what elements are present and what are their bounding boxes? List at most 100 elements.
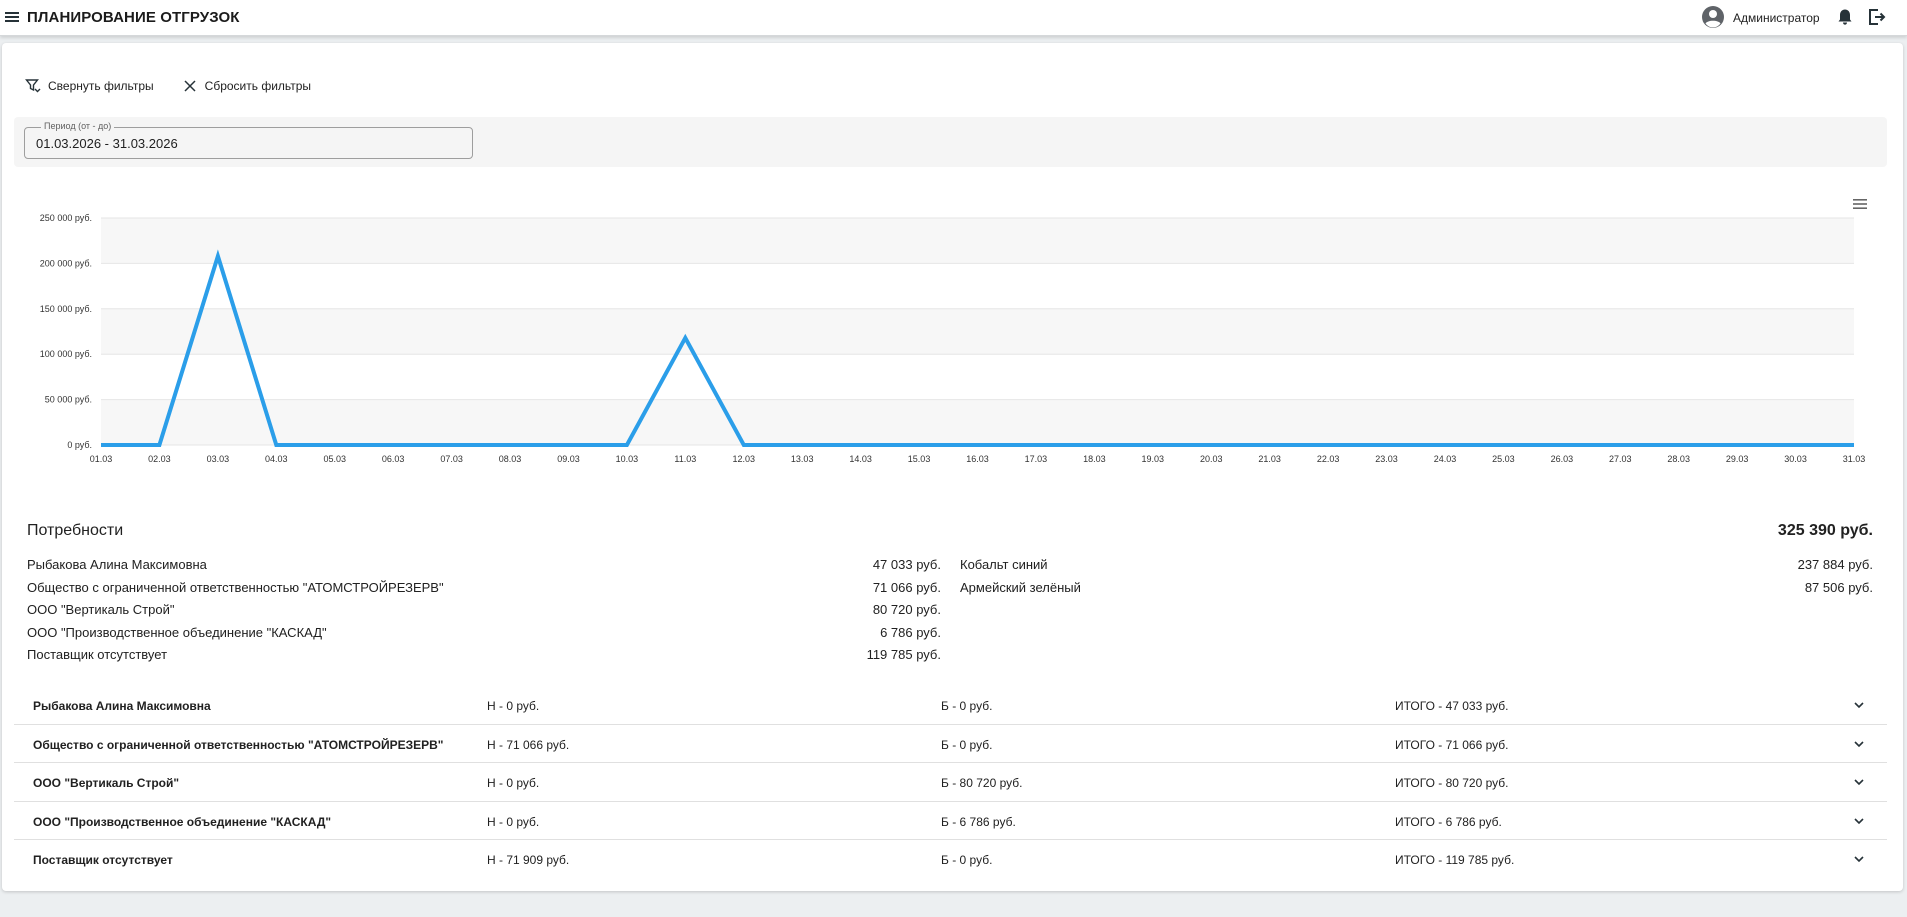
reset-filters-label: Сбросить фильтры bbox=[204, 79, 312, 93]
chevron-down-icon[interactable] bbox=[1852, 775, 1866, 789]
chart-x-tick-label: 23.03 bbox=[1375, 454, 1398, 464]
supplier-amount: 47 033 руб. bbox=[872, 557, 941, 572]
user-name[interactable]: Администратор bbox=[1733, 11, 1820, 25]
chart-x-tick-label: 10.03 bbox=[616, 454, 639, 464]
row-n-amount: Н - 71 066 руб. bbox=[487, 737, 570, 752]
app-bar: ПЛАНИРОВАНИЕ ОТГРУЗОК Администратор bbox=[0, 0, 1907, 36]
chart-x-tick-label: 26.03 bbox=[1551, 454, 1574, 464]
chevron-down-icon[interactable] bbox=[1852, 814, 1866, 828]
chart-plot-band bbox=[101, 218, 1854, 264]
needs-title: Потребности bbox=[27, 522, 124, 539]
chart-x-tick-label: 16.03 bbox=[966, 454, 989, 464]
filter-collapse-icon bbox=[25, 79, 41, 93]
chart-x-tick-label: 18.03 bbox=[1083, 454, 1106, 464]
bell-icon[interactable] bbox=[1836, 8, 1854, 26]
chart-menu-icon[interactable] bbox=[1852, 197, 1868, 211]
supplier-amount: 80 720 руб. bbox=[872, 602, 941, 617]
chart-x-tick-label: 19.03 bbox=[1142, 454, 1165, 464]
supplier-row[interactable]: ООО "Вертикаль Строй" Н - 0 руб. Б - 80 … bbox=[14, 763, 1887, 802]
collapse-filters-button[interactable]: Свернуть фильтры bbox=[25, 78, 154, 94]
chart-y-tick-label: 100 000 руб. bbox=[40, 349, 92, 359]
chart-x-tick-label: 09.03 bbox=[557, 454, 580, 464]
chart-x-tick-label: 08.03 bbox=[499, 454, 522, 464]
chart-y-tick-label: 150 000 руб. bbox=[40, 304, 92, 314]
collapse-filters-label: Свернуть фильтры bbox=[48, 79, 154, 93]
supplier-name: ООО "Производственное объединение "КАСКА… bbox=[27, 624, 327, 640]
supplier-row[interactable]: ООО "Производственное объединение "КАСКА… bbox=[14, 802, 1887, 841]
row-n-amount: Н - 0 руб. bbox=[487, 776, 540, 791]
chart-x-tick-label: 13.03 bbox=[791, 454, 814, 464]
period-input[interactable] bbox=[36, 136, 456, 151]
supplier-amount: 6 786 руб. bbox=[880, 624, 941, 640]
row-supplier-name: Поставщик отсутствует bbox=[33, 853, 173, 868]
logout-icon[interactable] bbox=[1867, 7, 1887, 27]
row-total: ИТОГО - 6 786 руб. bbox=[1395, 814, 1502, 829]
chart-x-tick-label: 22.03 bbox=[1317, 454, 1340, 464]
row-b-amount: Б - 0 руб. bbox=[941, 737, 993, 752]
chart-x-tick-label: 04.03 bbox=[265, 454, 288, 464]
supplier-summary-row: ООО "Вертикаль Строй" 80 720 руб. bbox=[27, 602, 941, 625]
chart-x-tick-label: 12.03 bbox=[733, 454, 756, 464]
row-supplier-name: Рыбакова Алина Максимовна bbox=[33, 699, 211, 713]
supplier-name: Рыбакова Алина Максимовна bbox=[27, 557, 207, 572]
close-icon bbox=[184, 80, 196, 92]
chevron-down-icon[interactable] bbox=[1852, 698, 1866, 712]
menu-icon[interactable] bbox=[4, 9, 20, 25]
row-supplier-name: ООО "Производственное объединение "КАСКА… bbox=[33, 814, 332, 829]
supplier-name: Общество с ограниченной ответственностью… bbox=[27, 579, 444, 595]
chart-x-tick-label: 24.03 bbox=[1434, 454, 1457, 464]
color-name: Кобальт синий bbox=[960, 557, 1048, 572]
chevron-down-icon[interactable] bbox=[1852, 737, 1866, 751]
chart-x-tick-label: 06.03 bbox=[382, 454, 405, 464]
row-supplier-name: ООО "Вертикаль Строй" bbox=[33, 776, 180, 791]
chart-x-tick-label: 01.03 bbox=[90, 454, 113, 464]
row-b-amount: Б - 80 720 руб. bbox=[941, 776, 1023, 791]
color-amount: 87 506 руб. bbox=[1804, 579, 1873, 595]
row-b-amount: Б - 0 руб. bbox=[941, 699, 993, 713]
chart-x-tick-label: 15.03 bbox=[908, 454, 931, 464]
supplier-amount: 119 785 руб. bbox=[866, 647, 941, 662]
supplier-row[interactable]: Общество с ограниченной ответственностью… bbox=[14, 725, 1887, 764]
chart-x-tick-label: 03.03 bbox=[207, 454, 230, 464]
chevron-down-icon[interactable] bbox=[1852, 852, 1866, 866]
supplier-summary-row: Общество с ограниченной ответственностью… bbox=[27, 580, 941, 603]
needs-line-chart: 0 руб. 50 000 руб. 100 000 руб. 150 000 руб… bbox=[40, 213, 1866, 464]
chart-x-tick-label: 31.03 bbox=[1843, 454, 1866, 464]
supplier-rows: Рыбакова Алина Максимовна Н - 0 руб. Б -… bbox=[14, 686, 1887, 879]
chart-x-tick-label: 21.03 bbox=[1258, 454, 1281, 464]
color-summary-row: Кобальт синий 237 884 руб. bbox=[960, 557, 1873, 580]
supplier-name: ООО "Вертикаль Строй" bbox=[27, 602, 175, 617]
period-field-label: Период (от - до) bbox=[41, 121, 115, 131]
row-total: ИТОГО - 119 785 руб. bbox=[1395, 853, 1515, 868]
chart-x-tick-label: 29.03 bbox=[1726, 454, 1749, 464]
chart-x-tick-label: 27.03 bbox=[1609, 454, 1632, 464]
row-n-amount: Н - 0 руб. bbox=[487, 814, 540, 829]
chart-x-tick-label: 30.03 bbox=[1784, 454, 1807, 464]
needs-total: 325 390 руб. bbox=[1777, 522, 1873, 539]
chart-x-tick-label: 14.03 bbox=[849, 454, 872, 464]
row-n-amount: Н - 0 руб. bbox=[487, 699, 540, 713]
chart-plot-band bbox=[101, 308, 1854, 355]
chart-y-tick-label: 200 000 руб. bbox=[40, 258, 92, 268]
supplier-row[interactable]: Поставщик отсутствует Н - 71 909 руб. Б … bbox=[14, 840, 1887, 879]
chart-y-tick-label: 50 000 руб. bbox=[45, 395, 92, 405]
account-circle-icon[interactable] bbox=[1701, 5, 1725, 29]
supplier-summary-row: Поставщик отсутствует 119 785 руб. bbox=[27, 647, 941, 670]
supplier-amount: 71 066 руб. bbox=[872, 579, 941, 595]
row-supplier-name: Общество с ограниченной ответственностью… bbox=[33, 737, 444, 752]
chart-y-tick-label: 250 000 руб. bbox=[40, 213, 92, 223]
colors-summary: Кобальт синий 237 884 руб. Армейский зел… bbox=[960, 557, 1873, 602]
filter-actions: Свернуть фильтры Сбросить фильтры bbox=[25, 78, 311, 94]
color-name: Армейский зелёный bbox=[960, 579, 1081, 595]
chart-plot-band bbox=[101, 399, 1854, 445]
row-total: ИТОГО - 80 720 руб. bbox=[1395, 776, 1509, 791]
chart-x-tick-label: 11.03 bbox=[674, 454, 696, 464]
row-b-amount: Б - 0 руб. bbox=[941, 853, 993, 868]
supplier-name: Поставщик отсутствует bbox=[27, 647, 168, 662]
row-b-amount: Б - 6 786 руб. bbox=[941, 814, 1016, 829]
supplier-summary-row: ООО "Производственное объединение "КАСКА… bbox=[27, 625, 941, 648]
supplier-row[interactable]: Рыбакова Алина Максимовна Н - 0 руб. Б -… bbox=[14, 686, 1887, 725]
supplier-summary-row: Рыбакова Алина Максимовна 47 033 руб. bbox=[27, 557, 941, 580]
chart-x-tick-label: 02.03 bbox=[148, 454, 171, 464]
reset-filters-button[interactable]: Сбросить фильтры bbox=[182, 78, 311, 94]
